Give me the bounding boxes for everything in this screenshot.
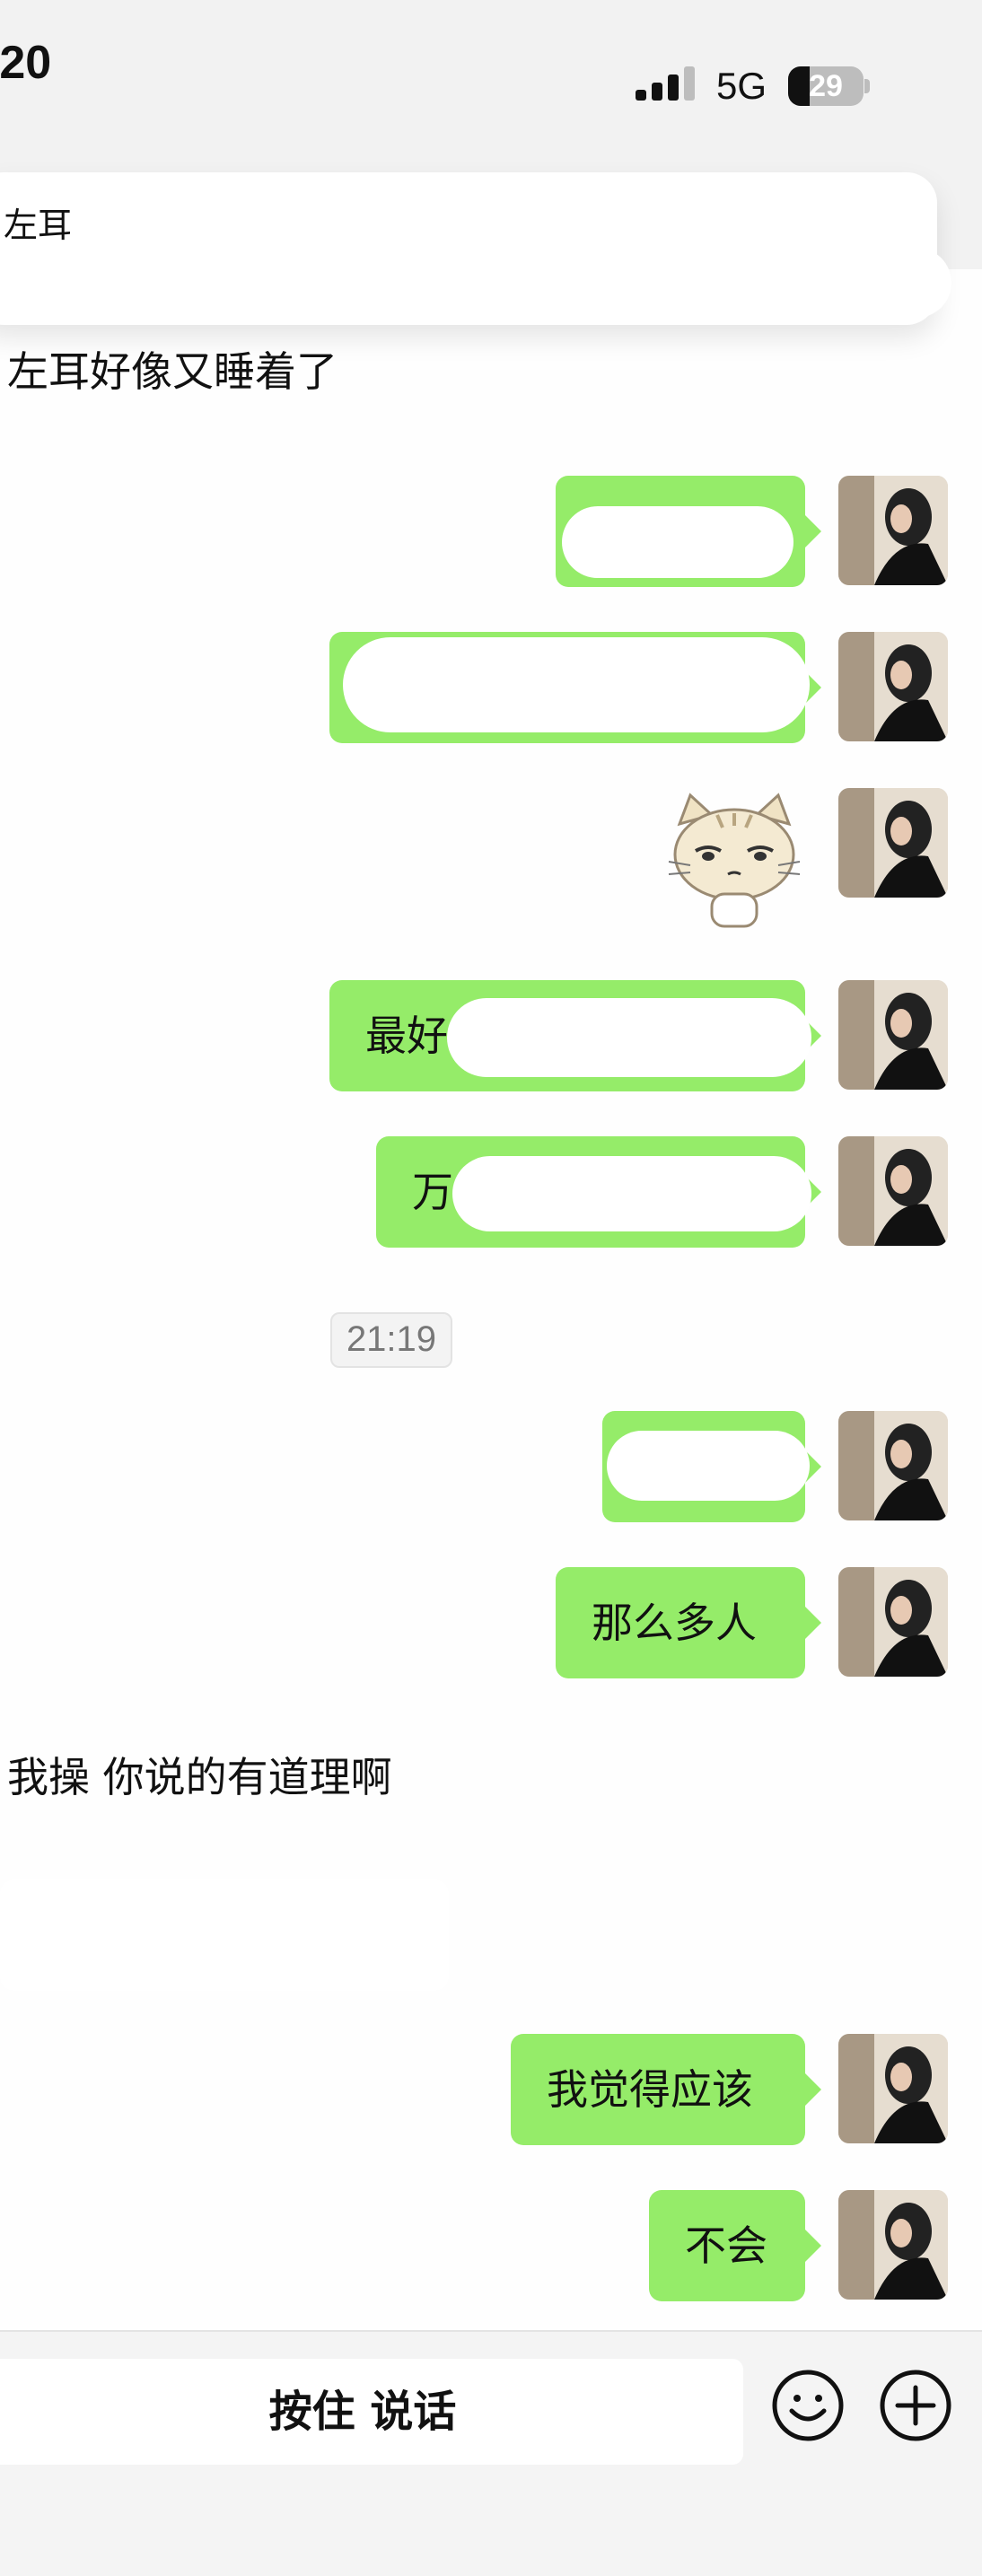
notification-title: 左耳 bbox=[4, 206, 73, 245]
message-text: 万 bbox=[412, 1168, 453, 1216]
avatar[interactable] bbox=[838, 980, 948, 1090]
battery-cap bbox=[864, 79, 870, 93]
avatar[interactable] bbox=[838, 1567, 948, 1677]
redaction-mark bbox=[562, 506, 793, 578]
signal-icon bbox=[636, 66, 695, 101]
cat-sticker-icon[interactable] bbox=[660, 788, 809, 932]
message-timestamp: 21:19 bbox=[330, 1312, 452, 1368]
redaction-mark bbox=[0, 248, 951, 318]
avatar[interactable] bbox=[838, 788, 948, 898]
redaction-mark bbox=[0, 1879, 449, 1991]
avatar[interactable] bbox=[838, 1136, 948, 1246]
redaction-mark bbox=[607, 1431, 810, 1501]
avatar[interactable] bbox=[838, 2190, 948, 2300]
hold-to-talk-button[interactable]: 按住 说话 bbox=[0, 2359, 743, 2465]
redaction-mark bbox=[343, 637, 810, 732]
outgoing-message[interactable]: 那么多人 bbox=[556, 1567, 821, 1678]
avatar[interactable] bbox=[838, 1411, 948, 1520]
message-text: 最好 bbox=[365, 1012, 448, 1060]
incoming-message[interactable]: 左耳好像又睡着了 bbox=[7, 346, 338, 397]
emoji-icon[interactable] bbox=[770, 2368, 846, 2443]
outgoing-message[interactable]: 我觉得应该 bbox=[511, 2034, 821, 2145]
redaction-mark bbox=[452, 1156, 811, 1231]
incoming-message[interactable]: 我操 你说的有道理啊 bbox=[7, 1752, 392, 1802]
notification-banner[interactable]: 左耳 bbox=[0, 172, 951, 325]
avatar[interactable] bbox=[838, 632, 948, 741]
battery-percent: 29 bbox=[809, 69, 843, 103]
redaction-mark bbox=[447, 998, 811, 1077]
input-bar: 按住 说话 bbox=[0, 2330, 982, 2576]
outgoing-message[interactable]: 不会 bbox=[649, 2190, 821, 2301]
avatar[interactable] bbox=[838, 476, 948, 585]
network-type: 5G bbox=[716, 65, 767, 107]
status-time: :20 bbox=[0, 37, 52, 89]
avatar[interactable] bbox=[838, 2034, 948, 2143]
battery-icon: 29 bbox=[788, 66, 864, 106]
plus-icon[interactable] bbox=[878, 2368, 953, 2443]
